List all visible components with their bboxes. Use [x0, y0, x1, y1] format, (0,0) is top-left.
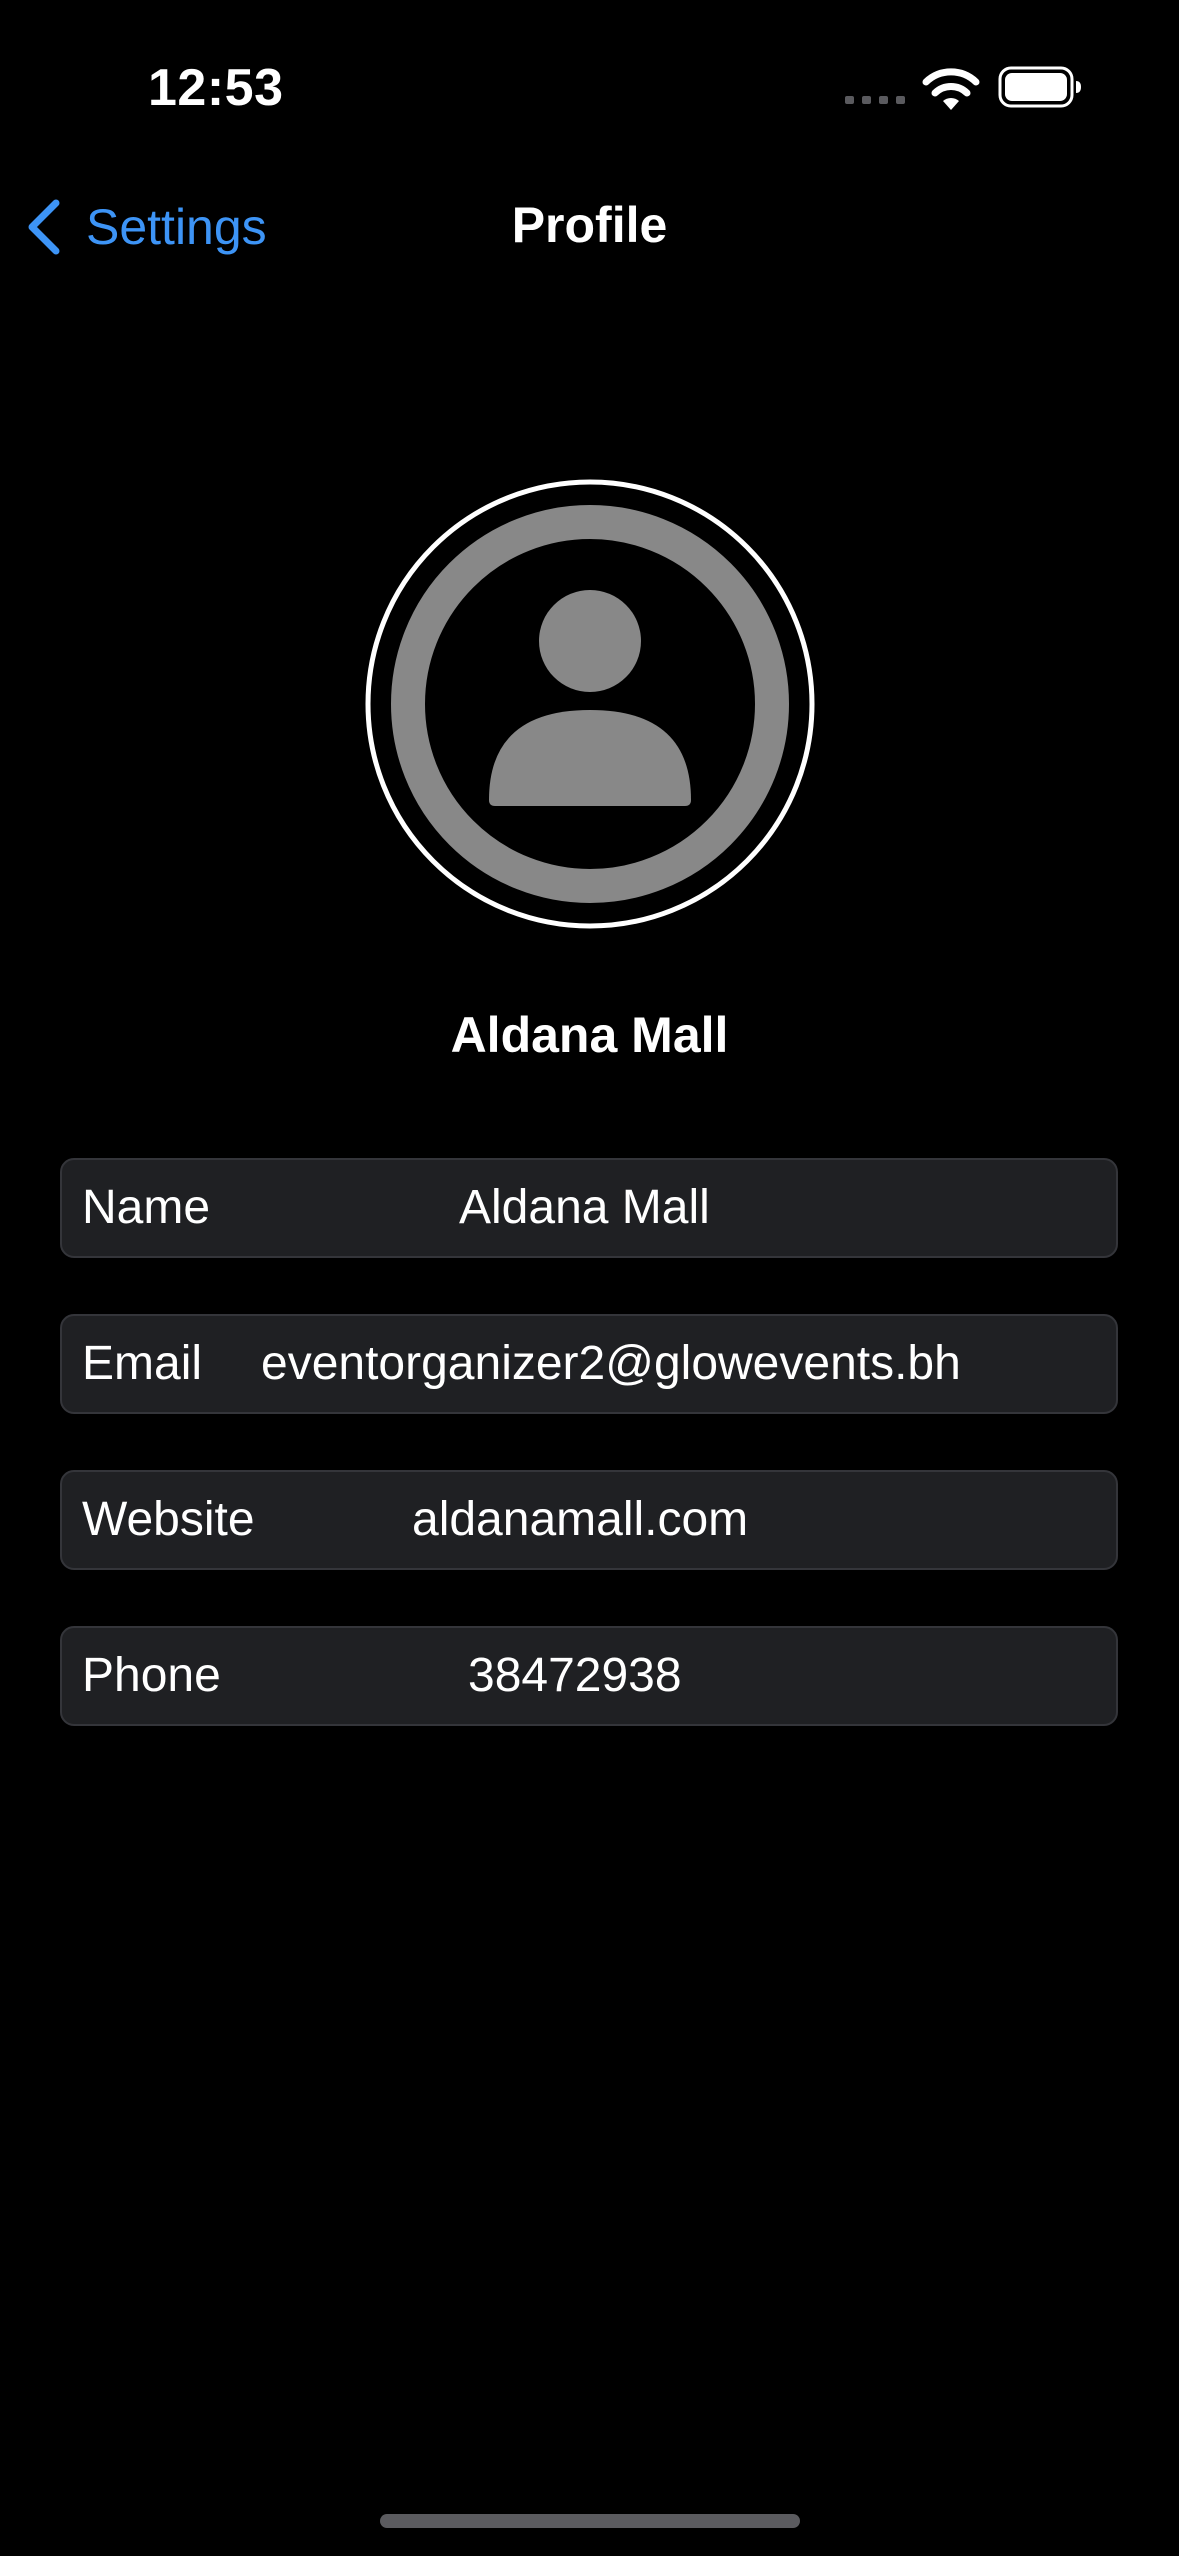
battery-icon: [998, 66, 1081, 108]
website-label: Website: [82, 1493, 255, 1546]
website-value: aldanamall.com: [412, 1493, 749, 1546]
profile-name: Aldana Mall: [450, 1007, 729, 1063]
phone-row: Phone 38472938: [60, 1626, 1118, 1726]
name-label: Name: [82, 1181, 211, 1234]
page-title: Profile: [511, 197, 668, 253]
website-row: Website aldanamall.com: [60, 1470, 1118, 1570]
email-value: eventorganizer2@glowevents.bh: [261, 1337, 961, 1390]
home-indicator[interactable]: [380, 2514, 800, 2528]
person-avatar-icon: [365, 479, 815, 929]
status-time: 12:53: [148, 59, 284, 117]
name-value: Aldana Mall: [459, 1181, 710, 1234]
wifi-icon: [922, 68, 980, 110]
phone-value: 38472938: [468, 1649, 682, 1702]
signal-dots-icon: [845, 96, 905, 104]
email-row: Email eventorganizer2@glowevents.bh: [60, 1314, 1118, 1414]
phone-label: Phone: [82, 1649, 221, 1702]
name-row: Name Aldana Mall: [60, 1158, 1118, 1258]
email-label: Email: [82, 1337, 203, 1390]
